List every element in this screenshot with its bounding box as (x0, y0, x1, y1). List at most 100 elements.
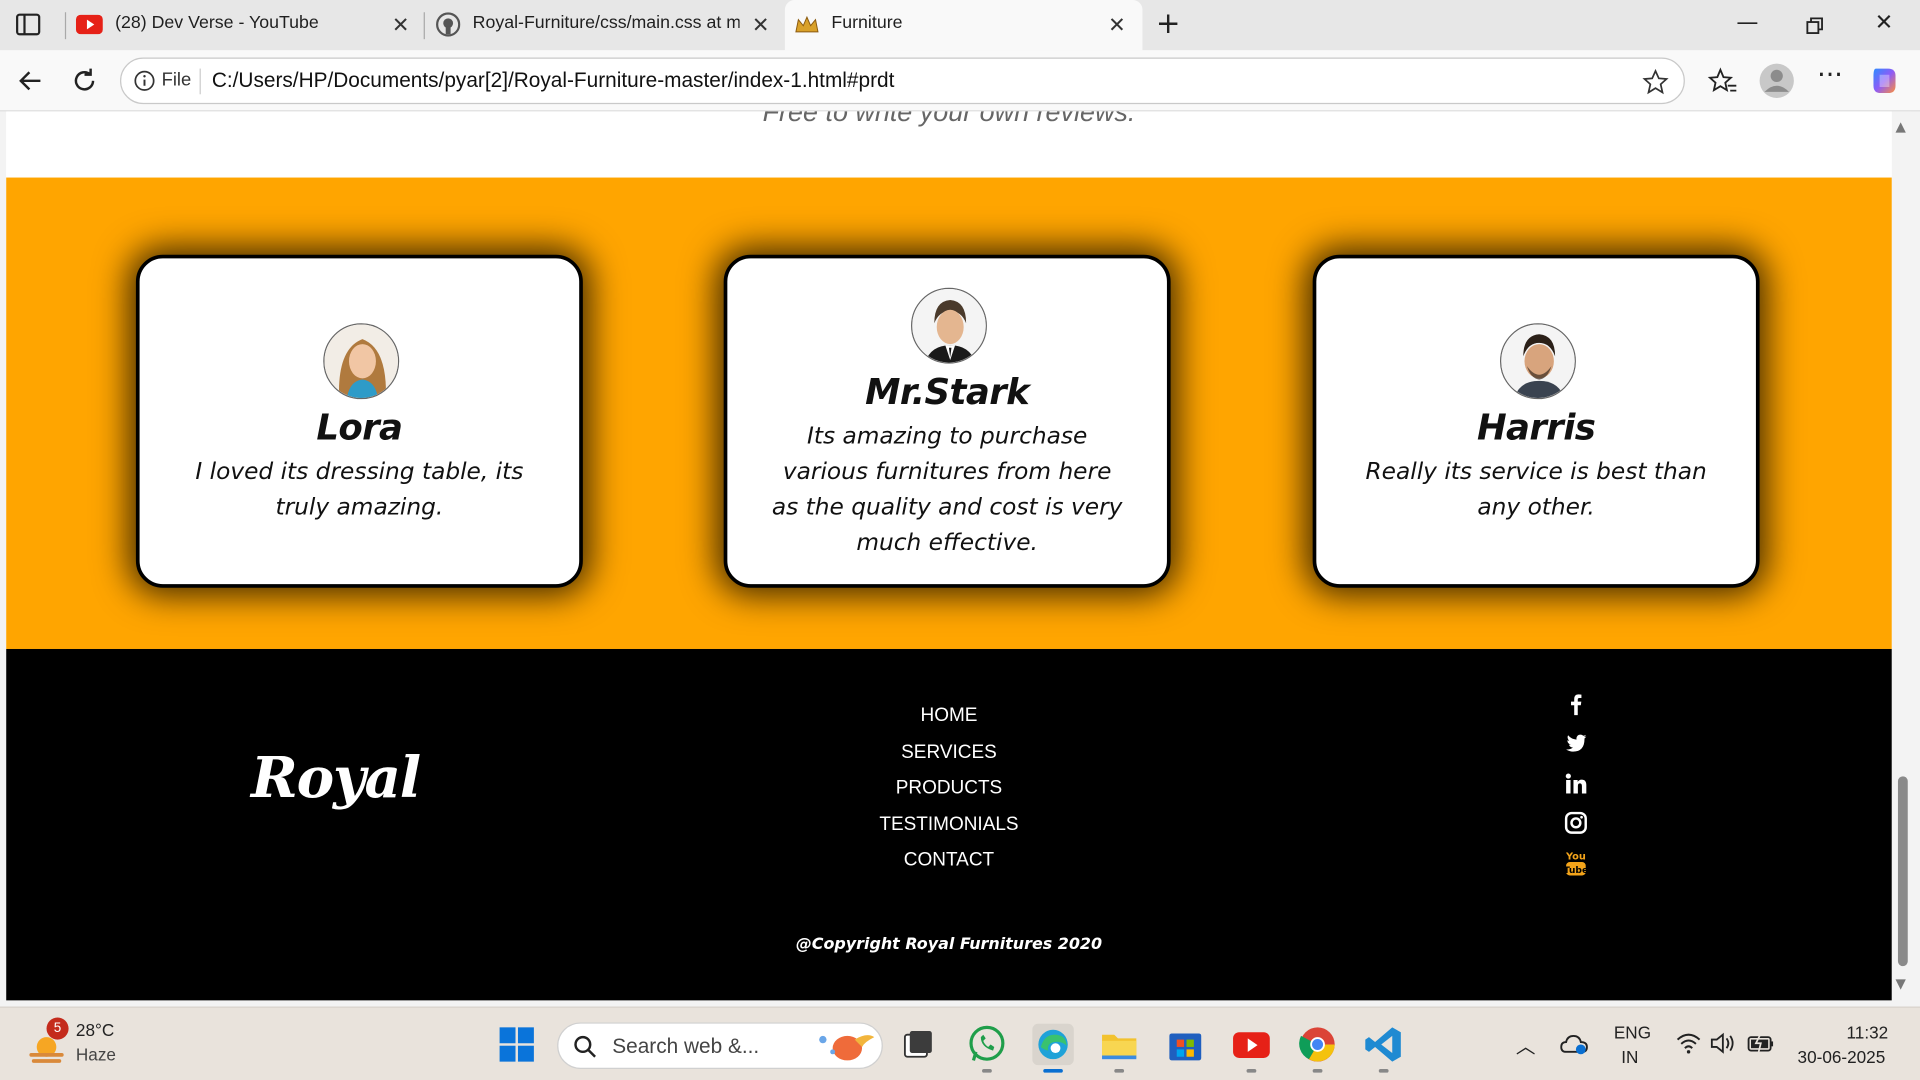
restore-button[interactable] (1805, 16, 1825, 36)
vertical-scrollbar[interactable]: ▲ ▼ (1893, 111, 1912, 1001)
close-window-button[interactable]: ✕ (1875, 10, 1893, 36)
avatar (911, 287, 987, 364)
back-button[interactable] (12, 62, 49, 99)
minimize-button[interactable]: — (1736, 10, 1758, 36)
active-indicator (1043, 1068, 1063, 1073)
vscode-icon[interactable] (1363, 1024, 1405, 1066)
chrome-icon[interactable] (1297, 1024, 1339, 1066)
weather-temp: 28°C (75, 1020, 115, 1040)
scroll-thumb[interactable] (1897, 776, 1908, 967)
avatar (1500, 323, 1576, 400)
youtube-icon (75, 14, 103, 35)
scroll-down-arrow-icon[interactable]: ▼ (1896, 976, 1906, 992)
tab-close-icon[interactable]: ✕ (1108, 13, 1125, 37)
taskbar-search[interactable]: Search web &... (557, 1022, 883, 1069)
url-text[interactable]: C:/Users/HP/Documents/pyar[2]/Royal-Furn… (212, 69, 895, 93)
testimonial-card: Lora I loved its dressing table, its tru… (135, 254, 583, 588)
scroll-up-arrow-icon[interactable]: ▲ (1896, 119, 1906, 135)
running-indicator (1378, 1068, 1389, 1073)
volume-icon[interactable] (1709, 1032, 1738, 1054)
task-view-icon[interactable] (898, 1024, 940, 1066)
royal-logo[interactable]: Royal (251, 744, 421, 810)
onedrive-icon[interactable] (1560, 1032, 1589, 1056)
battery-charging-icon[interactable] (1746, 1032, 1775, 1054)
running-indicator (1312, 1068, 1323, 1073)
refresh-button[interactable] (66, 62, 103, 99)
page-viewport: Free to write your own reviews. Lora I l… (6, 111, 1892, 1001)
search-highlight-icon (819, 1035, 875, 1061)
browser-toolbar: File C:/Users/HP/Documents/pyar[2]/Royal… (0, 50, 1920, 112)
testimonial-text: Its amazing to purchase various furnitur… (771, 422, 1123, 556)
youtube-icon[interactable]: You Tube (1564, 850, 1591, 890)
profile-avatar-icon[interactable] (1758, 62, 1795, 99)
crown-icon (795, 15, 819, 33)
testimonial-name: Lora (316, 406, 403, 449)
file-explorer-icon[interactable] (1098, 1024, 1140, 1066)
running-indicator (1246, 1068, 1257, 1073)
clock-time[interactable]: 11:32 (1847, 1022, 1889, 1042)
avatar (323, 323, 400, 400)
testimonials-section: Lora I loved its dressing table, its tru… (6, 177, 1892, 649)
language-region[interactable]: IN (1621, 1047, 1638, 1067)
linkedin-icon[interactable] (1564, 771, 1591, 811)
language-code[interactable]: ENG (1614, 1022, 1651, 1042)
github-icon (436, 12, 461, 37)
tab-close-icon[interactable]: ✕ (752, 13, 769, 37)
search-icon (574, 1035, 596, 1058)
favorites-icon[interactable] (1707, 66, 1739, 98)
tab-github[interactable]: Royal-Furniture/css/main.css at m ✕ (426, 0, 781, 50)
tab-youtube[interactable]: (28) Dev Verse - YouTube ✕ (69, 0, 424, 50)
twitter-icon[interactable] (1564, 731, 1591, 771)
testimonial-text: I loved its dressing table, its truly am… (195, 457, 524, 521)
footer-link-testimonials[interactable]: TESTIMONIALS (827, 814, 1072, 850)
reviews-subtitle: Free to write your own reviews. (762, 111, 1136, 128)
youtube-app-icon[interactable] (1231, 1024, 1273, 1066)
weather-badge: 5 (46, 1017, 69, 1040)
wifi-icon[interactable] (1675, 1032, 1702, 1054)
social-links: You Tube (1564, 692, 1591, 890)
weather-condition: Haze (75, 1044, 116, 1065)
address-bar[interactable]: File C:/Users/HP/Documents/pyar[2]/Royal… (120, 57, 1685, 105)
lora-photo (324, 324, 398, 398)
scheme-label: File (161, 69, 192, 91)
divider (199, 68, 201, 95)
testimonial-card: Harris Really its service is best than a… (1312, 254, 1760, 588)
footer-link-products[interactable]: PRODUCTS (827, 778, 1072, 814)
new-tab-button[interactable]: + (1156, 6, 1181, 40)
microsoft-store-icon[interactable] (1164, 1024, 1206, 1066)
facebook-icon[interactable] (1564, 692, 1591, 732)
tab-separator (64, 12, 67, 40)
info-icon[interactable] (133, 70, 155, 92)
tab-furniture[interactable]: Furniture ✕ (784, 0, 1143, 51)
harris-photo (1501, 324, 1575, 398)
testimonial-name: Harris (1476, 406, 1596, 449)
footer-link-contact[interactable]: CONTACT (827, 850, 1072, 886)
clock-date[interactable]: 30-06-2025 (1798, 1047, 1886, 1067)
running-indicator (1114, 1068, 1125, 1073)
whatsapp-icon[interactable] (966, 1024, 1008, 1066)
site-footer: Royal HOME SERVICES PRODUCTS TESTIMONIAL… (6, 648, 1892, 1001)
show-hidden-icons-chevron-icon[interactable]: ︿ (1516, 1030, 1536, 1059)
tab-separator (423, 12, 425, 40)
tab-title: Furniture (831, 13, 903, 34)
svg-text:You: You (1565, 852, 1586, 863)
refresh-icon (74, 68, 95, 91)
running-indicator (982, 1068, 992, 1073)
testimonial-text: Really its service is best than any othe… (1365, 457, 1707, 521)
windows-start-icon[interactable] (496, 1024, 538, 1066)
footer-nav: HOME SERVICES PRODUCTS TESTIMONIALS CONT… (827, 705, 1072, 886)
search-placeholder: Search web &... (612, 1034, 760, 1058)
edge-icon[interactable] (1032, 1023, 1074, 1066)
footer-link-home[interactable]: HOME (827, 705, 1072, 741)
copilot-icon[interactable] (1869, 65, 1901, 97)
more-options-icon[interactable]: ··· (1817, 60, 1849, 92)
taskbar: 5 28°C Haze Search web &... ︿ ENG IN 11:… (0, 1006, 1920, 1080)
vertical-tabs-icon[interactable] (15, 12, 42, 36)
instagram-icon[interactable] (1564, 810, 1591, 850)
tab-title: (28) Dev Verse - YouTube (115, 13, 319, 34)
tab-close-icon[interactable]: ✕ (392, 13, 409, 37)
footer-link-services[interactable]: SERVICES (827, 741, 1072, 777)
svg-text:Tube: Tube (1564, 865, 1588, 876)
testimonial-name: Mr.Stark (865, 371, 1030, 413)
favorite-star-icon[interactable] (1642, 68, 1669, 96)
